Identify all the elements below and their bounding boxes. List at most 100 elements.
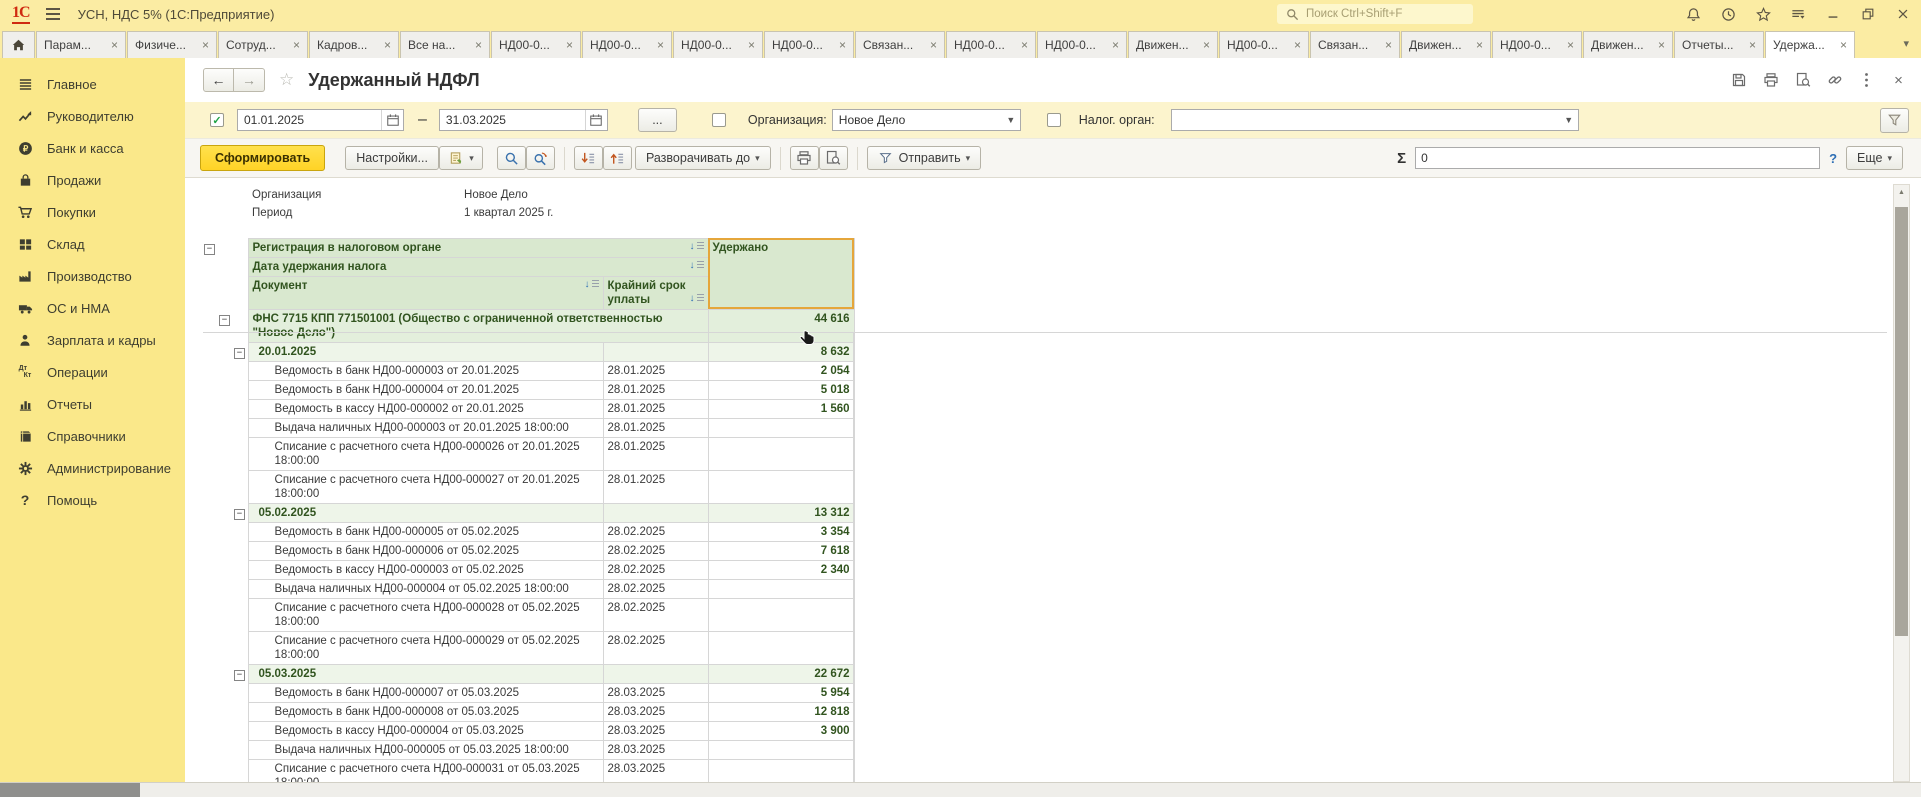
sidebar-item-6[interactable]: Производство — [0, 260, 185, 292]
global-search-input[interactable]: Поиск Ctrl+Shift+F — [1277, 4, 1473, 24]
col-withheld[interactable]: Удержано — [708, 238, 854, 309]
withheld-cell[interactable]: 7 618 — [708, 541, 854, 560]
tab-close-icon[interactable]: × — [1840, 39, 1847, 51]
sidebar-item-4[interactable]: Покупки — [0, 196, 185, 228]
home-tab[interactable] — [2, 31, 35, 58]
withheld-cell[interactable]: 3 354 — [708, 522, 854, 541]
subgroup-total-cell[interactable]: 8 632 — [708, 342, 854, 361]
withheld-cell[interactable] — [708, 759, 854, 782]
forward-button[interactable]: → — [234, 68, 265, 92]
withheld-cell[interactable]: 5 018 — [708, 380, 854, 399]
withheld-cell[interactable] — [708, 631, 854, 664]
sidebar-item-5[interactable]: Склад — [0, 228, 185, 260]
document-cell[interactable]: Ведомость в кассу НД00-000002 от 20.01.2… — [248, 399, 603, 418]
calendar-icon[interactable] — [585, 110, 607, 130]
more-button[interactable]: Еще▾ — [1846, 146, 1903, 170]
generate-button[interactable]: Сформировать — [200, 145, 325, 171]
tab-close-icon[interactable]: × — [748, 39, 755, 51]
sidebar-item-1[interactable]: Руководителю — [0, 100, 185, 132]
sidebar-item-13[interactable]: ?Помощь — [0, 484, 185, 516]
save-icon[interactable] — [1730, 72, 1747, 89]
tab-close-icon[interactable]: × — [1294, 39, 1301, 51]
deadline-cell[interactable]: 28.01.2025 — [603, 399, 708, 418]
collapse-icon[interactable]: − — [234, 348, 245, 359]
tab-close-icon[interactable]: × — [1567, 39, 1574, 51]
hamburger-menu-icon[interactable] — [46, 8, 60, 20]
deadline-cell[interactable]: 28.03.2025 — [603, 702, 708, 721]
scroll-up-icon[interactable]: ▲ — [1894, 185, 1909, 200]
tab-list-chevron-icon[interactable]: ▾ — [1899, 35, 1913, 52]
sum-field[interactable] — [1415, 147, 1820, 169]
tab-11[interactable]: НД00-0...× — [1037, 31, 1127, 58]
tab-close-icon[interactable]: × — [293, 39, 300, 51]
collapse-icon[interactable]: − — [204, 244, 215, 255]
scrollbar-thumb[interactable] — [1895, 207, 1908, 636]
sidebar-item-2[interactable]: ₽Банк и касса — [0, 132, 185, 164]
tab-15[interactable]: Движен...× — [1401, 31, 1491, 58]
document-cell[interactable]: Выдача наличных НД00-000005 от 05.03.202… — [248, 740, 603, 759]
deadline-cell[interactable]: 28.02.2025 — [603, 598, 708, 631]
report-variants-button[interactable]: ▾ — [439, 146, 483, 170]
sort-icon[interactable]: ↓ — [690, 242, 704, 252]
calendar-icon[interactable] — [381, 110, 403, 130]
subgroup-date-cell[interactable]: 05.03.2025 — [248, 664, 603, 683]
tab-18[interactable]: Отчеты...× — [1674, 31, 1764, 58]
sidebar-item-9[interactable]: ДтКтОперации — [0, 356, 185, 388]
favorite-star-icon[interactable]: ☆ — [279, 70, 294, 90]
deadline-cell[interactable]: 28.03.2025 — [603, 721, 708, 740]
restore-icon[interactable] — [1860, 6, 1876, 22]
close-icon[interactable]: × — [1890, 72, 1907, 89]
document-cell[interactable]: Выдача наличных НД00-000003 от 20.01.202… — [248, 418, 603, 437]
tax-authority-combobox[interactable]: ▼ — [1171, 109, 1579, 131]
sidebar-item-8[interactable]: Зарплата и кадры — [0, 324, 185, 356]
tab-close-icon[interactable]: × — [1112, 39, 1119, 51]
sort-icon[interactable]: ↓ — [585, 280, 599, 290]
preview-icon[interactable] — [1794, 72, 1811, 89]
tab-3[interactable]: Кадров...× — [309, 31, 399, 58]
withheld-cell[interactable]: 2 340 — [708, 560, 854, 579]
collapse-icon[interactable]: − — [234, 509, 245, 520]
document-cell[interactable]: Ведомость в банк НД00-000005 от 05.02.20… — [248, 522, 603, 541]
expand-groups-button[interactable] — [574, 146, 603, 170]
tab-close-icon[interactable]: × — [202, 39, 209, 51]
tab-close-icon[interactable]: × — [111, 39, 118, 51]
subgroup-empty-cell[interactable] — [603, 342, 708, 361]
subgroup-date-cell[interactable]: 05.02.2025 — [248, 503, 603, 522]
print-icon[interactable] — [1762, 72, 1779, 89]
document-cell[interactable]: Ведомость в банк НД00-000007 от 05.03.20… — [248, 683, 603, 702]
deadline-cell[interactable]: 28.03.2025 — [603, 759, 708, 782]
tab-close-icon[interactable]: × — [839, 39, 846, 51]
settings-button[interactable]: Настройки... — [345, 146, 439, 170]
deadline-cell[interactable]: 28.02.2025 — [603, 560, 708, 579]
document-cell[interactable]: Ведомость в банк НД00-000008 от 05.03.20… — [248, 702, 603, 721]
sidebar-item-7[interactable]: ОС и НМА — [0, 292, 185, 324]
deadline-cell[interactable]: 28.01.2025 — [603, 437, 708, 470]
collapse-groups-button[interactable] — [603, 146, 632, 170]
withheld-cell[interactable] — [708, 418, 854, 437]
tab-14[interactable]: Связан...× — [1310, 31, 1400, 58]
collapse-icon[interactable]: − — [234, 670, 245, 681]
vertical-scrollbar[interactable]: ▲ — [1893, 184, 1910, 782]
document-cell[interactable]: Списание с расчетного счета НД00-000026 … — [248, 437, 603, 470]
tab-10[interactable]: НД00-0...× — [946, 31, 1036, 58]
tab-close-icon[interactable]: × — [1021, 39, 1028, 51]
tax-authority-checkbox[interactable] — [1047, 113, 1061, 127]
tab-2[interactable]: Сотруд...× — [218, 31, 308, 58]
tab-close-icon[interactable]: × — [1658, 39, 1665, 51]
subgroup-empty-cell[interactable] — [603, 503, 708, 522]
tab-7[interactable]: НД00-0...× — [673, 31, 763, 58]
deadline-cell[interactable]: 28.03.2025 — [603, 683, 708, 702]
subgroup-date-cell[interactable]: 20.01.2025 — [248, 342, 603, 361]
withheld-cell[interactable]: 12 818 — [708, 702, 854, 721]
tab-13[interactable]: НД00-0...× — [1219, 31, 1309, 58]
deadline-cell[interactable]: 28.02.2025 — [603, 522, 708, 541]
tab-close-icon[interactable]: × — [930, 39, 937, 51]
tab-4[interactable]: Все на...× — [400, 31, 490, 58]
tab-close-icon[interactable]: × — [475, 39, 482, 51]
chevron-down-icon[interactable]: ▼ — [1560, 115, 1578, 125]
deadline-cell[interactable]: 28.01.2025 — [603, 470, 708, 503]
group-total-cell[interactable]: 44 616 — [708, 309, 854, 342]
find-next-button[interactable] — [526, 146, 555, 170]
sidebar-item-0[interactable]: Главное — [0, 68, 185, 100]
favorites-icon[interactable] — [1755, 6, 1771, 22]
